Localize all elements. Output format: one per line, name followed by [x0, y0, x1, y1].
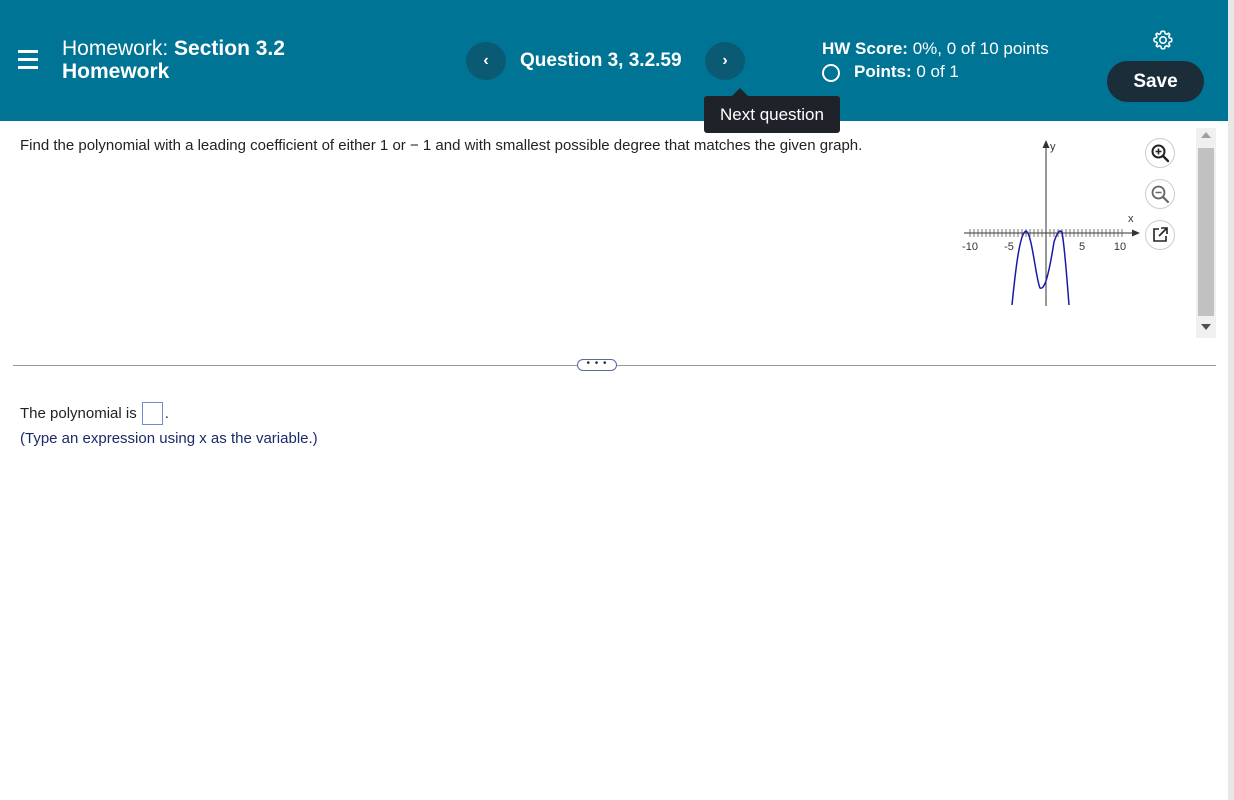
- hw-score-value: 0%, 0 of 10 points: [912, 39, 1049, 58]
- points-value: 0 of 1: [916, 62, 959, 81]
- x-axis-arrow: [1132, 229, 1140, 237]
- polynomial-curve: [1011, 230, 1070, 306]
- answer-prompt: The polynomial is: [20, 405, 137, 422]
- y-axis-arrow: [1042, 140, 1050, 148]
- points-status-icon: [822, 64, 840, 82]
- points-label: Points:: [854, 62, 912, 81]
- y-axis-label: y: [1050, 141, 1056, 153]
- points: Points: 0 of 1: [822, 62, 959, 82]
- window-edge: [1228, 0, 1234, 800]
- scroll-thumb[interactable]: [1198, 148, 1214, 316]
- scroll-up-arrow-icon[interactable]: [1201, 132, 1211, 138]
- header-bar: Homework: Section 3.2 Homework ‹ Questio…: [0, 0, 1228, 121]
- next-question-tooltip: Next question: [704, 88, 840, 133]
- previous-question-button[interactable]: ‹: [466, 42, 506, 80]
- save-button[interactable]: Save: [1107, 61, 1204, 102]
- tick-label-neg10: -10: [962, 241, 978, 253]
- tick-label-5: 5: [1079, 241, 1085, 253]
- question-text: Find the polynomial with a leading coeff…: [20, 137, 863, 154]
- answer-hint: (Type an expression using x as the varia…: [20, 430, 318, 447]
- tick-label-10: 10: [1114, 241, 1126, 253]
- zoom-in-button[interactable]: [1145, 138, 1175, 168]
- tick-label-neg5: -5: [1004, 241, 1014, 253]
- title-prefix: Homework:: [62, 37, 169, 60]
- open-in-new-window-button[interactable]: [1145, 220, 1175, 250]
- zoom-out-button[interactable]: [1145, 179, 1175, 209]
- homework-title: Homework: Section 3.2 Homework: [62, 37, 285, 83]
- polynomial-graph: -10 -5 5 10 x y: [950, 130, 1150, 315]
- zoom-in-icon: [1151, 144, 1170, 163]
- gear-icon[interactable]: [1151, 28, 1175, 52]
- title-line2: Homework: [62, 60, 170, 83]
- answer-prompt-line: The polynomial is .: [20, 402, 169, 425]
- polynomial-answer-input[interactable]: [141, 402, 163, 425]
- external-link-icon: [1153, 227, 1168, 242]
- title-section: Section 3.2: [174, 37, 285, 60]
- hw-score-label: HW Score:: [822, 39, 908, 58]
- resize-handle[interactable]: • • •: [577, 359, 617, 371]
- zoom-out-icon: [1151, 185, 1170, 204]
- page: Homework: Section 3.2 Homework ‹ Questio…: [0, 0, 1234, 800]
- question-scrollbar[interactable]: [1196, 128, 1216, 338]
- next-question-button[interactable]: ›: [705, 42, 745, 80]
- question-label: Question 3, 3.2.59: [520, 50, 682, 71]
- menu-icon[interactable]: [18, 48, 38, 72]
- chevron-left-icon: ‹: [483, 52, 489, 69]
- x-axis-label: x: [1128, 213, 1134, 225]
- chevron-right-icon: ›: [722, 52, 728, 69]
- hw-score: HW Score: 0%, 0 of 10 points: [822, 39, 1049, 59]
- scroll-down-arrow-icon[interactable]: [1201, 324, 1211, 330]
